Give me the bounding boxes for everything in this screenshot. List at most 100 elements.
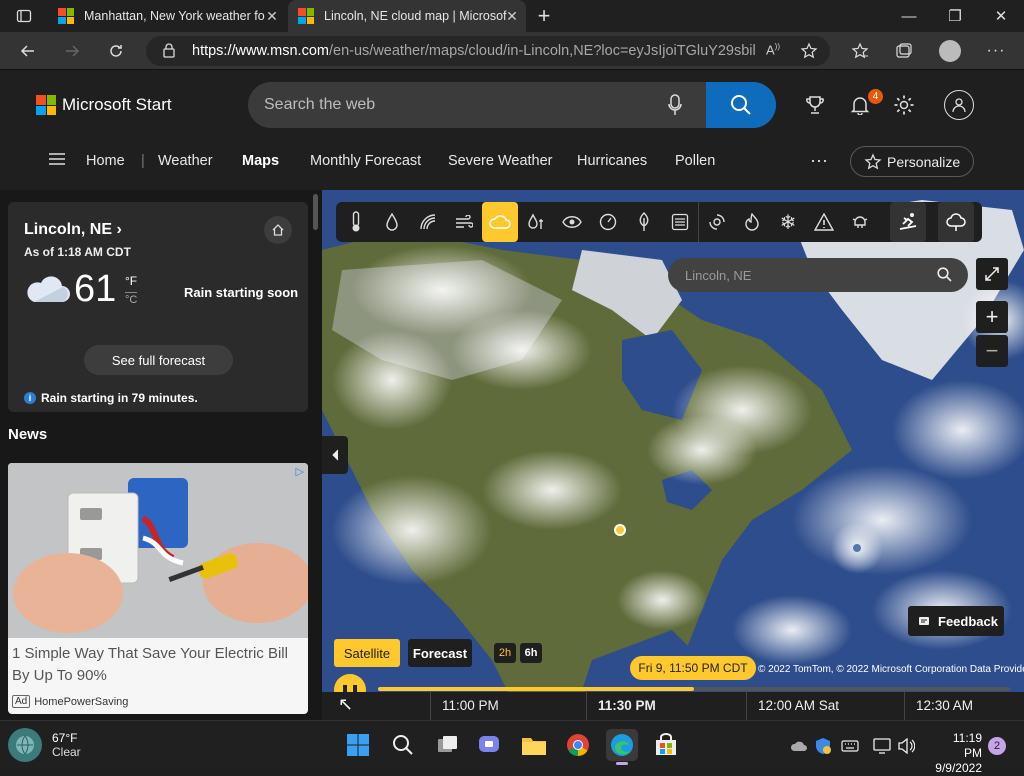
system-clock[interactable]: 11:19 PM 9/9/2022 [932,731,982,776]
layer-fire-icon[interactable] [734,202,770,242]
ad-title[interactable]: 1 Simple Way That Save Your Electric Bil… [12,643,302,687]
cloud-map[interactable]: ❄ Lincoln, NE + − Feedback © 2022 TomTom… [322,190,1024,720]
hamburger-menu-icon[interactable] [48,152,66,170]
lock-icon[interactable] [162,43,176,62]
store-icon[interactable] [650,729,682,761]
search-icon[interactable] [937,267,952,285]
time-label[interactable]: 12:00 AM Sat [758,698,839,713]
news-ad-card[interactable]: ▷ 1 Simple Way That Save Your Electric B… [8,463,308,714]
profile-avatar[interactable] [934,35,966,67]
account-icon[interactable] [944,90,974,120]
chrome-icon[interactable] [562,729,594,761]
task-view-icon[interactable] [432,729,464,761]
layer-humidity-icon[interactable] [518,202,554,242]
map-attribution[interactable]: © 2022 TomTom, © 2022 Microsoft Corporat… [758,664,1024,675]
fullscreen-icon[interactable] [976,258,1008,290]
layer-hurricane-icon[interactable] [698,202,734,242]
close-tab-icon[interactable]: ✕ [504,8,520,24]
layer-wind-icon[interactable] [446,202,482,242]
windows-start-icon[interactable] [342,729,374,761]
close-tab-icon[interactable]: ✕ [264,8,280,24]
zoom-out-button[interactable]: − [976,335,1008,367]
nav-maps[interactable]: Maps [242,153,279,169]
set-home-button[interactable] [264,216,292,244]
unit-fahrenheit[interactable]: °F [125,274,137,288]
nav-more-icon[interactable]: ··· [810,150,828,171]
back-icon[interactable] [12,35,44,67]
layer-precipitation-icon[interactable] [374,202,410,242]
map-search-input[interactable]: Lincoln, NE [685,268,751,283]
microsoft-start-logo[interactable]: Microsoft Start [36,95,172,115]
layer-visibility-icon[interactable] [554,202,590,242]
layer-pressure-icon[interactable] [590,202,626,242]
map-location-search[interactable]: Lincoln, NE [668,258,968,292]
step-6h-button[interactable]: 6h [520,643,542,663]
nav-severe-weather[interactable]: Severe Weather [448,153,553,169]
sidebar-scrollbar[interactable] [313,194,318,230]
settings-more-icon[interactable]: ··· [980,35,1012,67]
forecast-mode-button[interactable]: Forecast [408,639,472,667]
taskbar-search-icon[interactable] [387,729,419,761]
layer-radar-icon[interactable] [410,202,446,242]
add-favorite-icon[interactable] [800,42,818,64]
teams-chat-icon[interactable] [474,729,506,761]
tab-manhattan[interactable]: Manhattan, New York weather fo ✕ [48,0,286,32]
layer-temperature-icon[interactable] [338,202,374,242]
layer-pollen-icon[interactable] [626,202,662,242]
nav-pollen[interactable]: Pollen [675,153,715,169]
feedback-button[interactable]: Feedback [908,606,1004,636]
timeline-progress[interactable] [378,687,694,691]
see-full-forecast-button[interactable]: See full forecast [84,345,233,375]
step-2h-button[interactable]: 2h [494,643,516,663]
favorites-icon[interactable] [844,35,876,67]
file-explorer-icon[interactable] [518,729,550,761]
collapse-panel-button[interactable] [322,436,348,474]
minimize-icon[interactable]: — [886,0,932,32]
satellite-mode-button[interactable]: Satellite [334,639,400,667]
time-label-current[interactable]: 11:30 PM [598,698,656,713]
layer-severe-icon[interactable] [806,202,842,242]
time-label[interactable]: 11:00 PM [442,698,499,713]
volume-icon[interactable] [896,736,916,756]
personalize-button[interactable]: Personalize [850,146,974,177]
collections-icon[interactable] [888,35,920,67]
restore-icon[interactable]: ❐ [932,0,978,32]
tab-actions-icon[interactable] [10,0,38,32]
unit-celsius[interactable]: °C [125,292,138,306]
new-tab-button[interactable]: + [530,0,558,32]
layer-cloud-icon[interactable] [482,202,518,242]
web-search-box[interactable]: Search the web [248,82,776,128]
microphone-icon[interactable] [668,94,682,121]
layer-ski-icon[interactable] [890,202,926,242]
search-input[interactable]: Search the web [264,96,375,114]
close-window-icon[interactable]: ✕ [978,0,1024,32]
search-button[interactable] [706,82,776,128]
notification-center-badge[interactable]: 2 [988,737,1006,755]
taskbar-weather-widget[interactable]: 67°F Clear [8,728,81,762]
tab-lincoln[interactable]: Lincoln, NE cloud map | Microsof ✕ [288,0,526,32]
defender-icon[interactable] [813,736,833,756]
zoom-in-button[interactable]: + [976,301,1008,333]
keyboard-icon[interactable] [840,736,860,756]
nav-hurricanes[interactable]: Hurricanes [577,153,647,169]
rewards-trophy-icon[interactable] [802,92,828,118]
forward-icon[interactable] [56,35,88,67]
nav-weather[interactable]: Weather [158,153,213,169]
ad-image[interactable]: ▷ [8,463,308,638]
edge-icon[interactable] [606,729,638,765]
layer-lightning-icon[interactable] [842,202,878,242]
layer-winter-icon[interactable]: ❄ [770,202,806,242]
nav-home[interactable]: Home [86,153,125,169]
refresh-icon[interactable] [100,35,132,67]
location-link[interactable]: Lincoln, NE › [24,221,122,239]
layer-air-quality-icon[interactable] [662,202,698,242]
cloud-sync-icon[interactable] [789,736,809,756]
nav-monthly-forecast[interactable]: Monthly Forecast [310,153,421,169]
display-icon[interactable] [872,736,892,756]
address-bar[interactable]: https://www.msn.com/en-us/weather/maps/c… [146,36,830,66]
time-label[interactable]: 12:30 AM [916,698,973,713]
settings-gear-icon[interactable] [891,92,917,118]
layer-tree-icon[interactable] [938,202,974,242]
ad-choices-icon[interactable]: ▷ [296,465,304,478]
read-aloud-icon[interactable]: A)) [766,42,780,57]
